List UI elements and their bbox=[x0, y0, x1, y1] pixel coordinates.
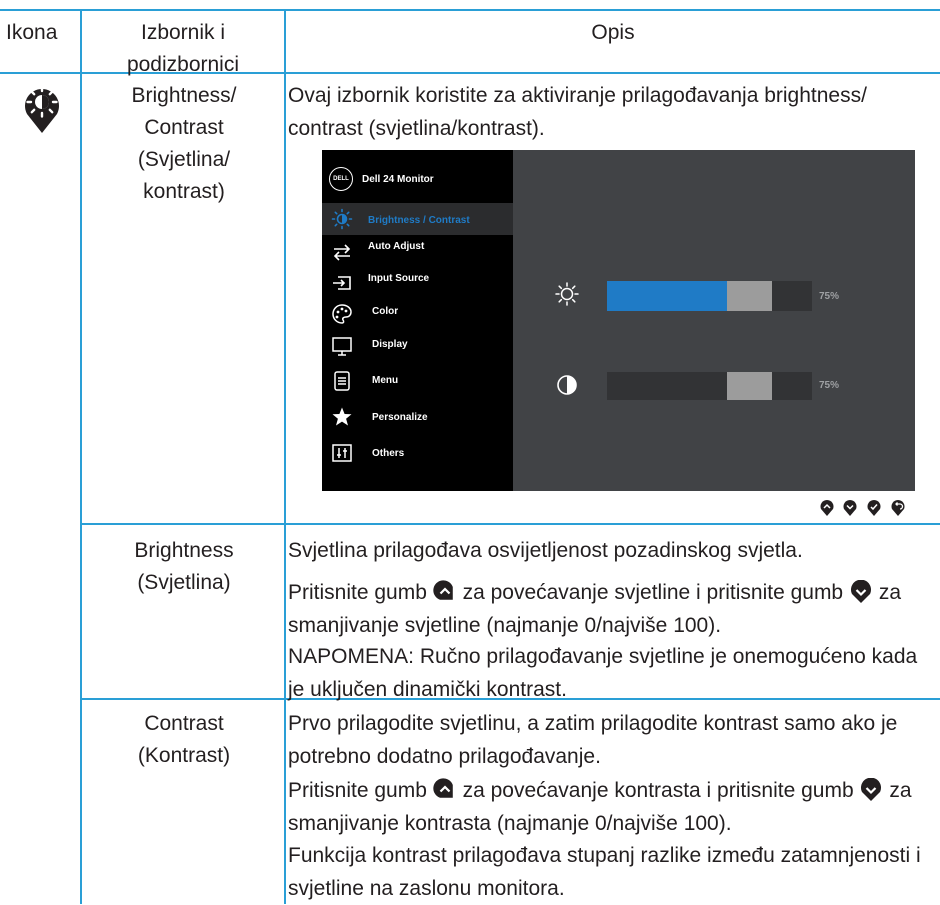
brightness-contrast-icon bbox=[22, 84, 62, 134]
row1-bottom-border bbox=[80, 523, 940, 525]
row2-paragraph-1: Svjetlina prilagođava osvijetljenost poz… bbox=[288, 539, 803, 562]
contrast-value: 75% bbox=[819, 380, 840, 391]
contrast-bar-knob[interactable] bbox=[727, 372, 772, 400]
star-icon bbox=[332, 407, 352, 426]
contrast-icon bbox=[557, 375, 577, 395]
osd-title: Dell 24 Monitor bbox=[362, 174, 434, 185]
row2-paragraph-2: Pritisnite gumb za povećavanje svjetline… bbox=[288, 576, 936, 642]
down-button-icon bbox=[843, 500, 857, 516]
row3-paragraph-1: Prvo prilagodite svjetlinu, a zatim pril… bbox=[288, 712, 898, 768]
ok-button-icon bbox=[867, 500, 881, 516]
row1-description: Ovaj izbornik koristite za aktiviranje p… bbox=[288, 84, 867, 140]
osd-item-auto-adjust[interactable]: Auto Adjust bbox=[322, 236, 513, 268]
row3-paragraph-3: Funkcija kontrast prilagođava stupanj ra… bbox=[288, 844, 921, 900]
osd-item-label: Menu bbox=[372, 375, 399, 386]
brightness-bar-fill bbox=[607, 281, 727, 311]
osd-item-personalize[interactable]: Personalize bbox=[322, 402, 513, 434]
osd-item-label: Brightness / Contrast bbox=[368, 215, 470, 226]
contrast-bar[interactable] bbox=[607, 372, 812, 400]
osd-menu-panel: DELL Dell 24 Monitor Brightness / Contra… bbox=[322, 150, 513, 491]
document-icon bbox=[334, 371, 350, 391]
osd-item-label: Auto Adjust bbox=[368, 241, 425, 252]
up-button-icon bbox=[433, 778, 453, 798]
up-button-icon bbox=[433, 580, 453, 600]
row3-text-a: Pritisnite gumb bbox=[288, 779, 427, 802]
osd-item-display[interactable]: Display bbox=[322, 332, 513, 364]
osd-item-label: Display bbox=[372, 339, 408, 350]
col-border-1 bbox=[80, 9, 82, 904]
osd-screenshot: DELL Dell 24 Monitor Brightness / Contra… bbox=[322, 150, 915, 491]
osd-item-input-source[interactable]: Input Source bbox=[322, 267, 513, 299]
up-button-icon bbox=[820, 500, 834, 516]
row3-text-b: za povećavanje kontrasta i pritisnite gu… bbox=[462, 779, 854, 802]
osd-item-color[interactable]: Color bbox=[322, 298, 513, 330]
sun-icon bbox=[331, 208, 353, 230]
row2-note: NAPOMENA: Ručno prilagođavanje svjetline… bbox=[288, 640, 936, 706]
down-button-icon bbox=[861, 778, 882, 801]
row2-text-b: za povećavanje svjetline i pritisnite gu… bbox=[462, 581, 844, 604]
osd-item-menu[interactable]: Menu bbox=[322, 367, 513, 399]
dell-logo: DELL bbox=[329, 167, 353, 191]
table-top-border bbox=[0, 9, 940, 11]
input-icon bbox=[333, 276, 351, 290]
osd-item-label: Others bbox=[372, 448, 405, 459]
brightness-bar[interactable] bbox=[607, 281, 812, 311]
col-border-2 bbox=[284, 9, 286, 904]
osd-item-label: Personalize bbox=[372, 412, 428, 423]
palette-icon bbox=[332, 304, 352, 324]
osd-item-others[interactable]: Others bbox=[322, 438, 513, 470]
osd-item-label: Color bbox=[372, 306, 399, 317]
back-button-icon bbox=[891, 500, 905, 516]
arrows-icon bbox=[333, 244, 351, 261]
note-label: NAPOMENA: bbox=[288, 645, 415, 668]
header-icon: Ikona bbox=[6, 21, 58, 44]
osd-sun-icon bbox=[555, 282, 579, 306]
sliders-icon bbox=[332, 444, 352, 462]
monitor-icon bbox=[332, 337, 352, 356]
header-description: Opis bbox=[591, 21, 635, 44]
down-button-icon bbox=[850, 580, 871, 603]
row3-menu-label: Contrast (Kontrast) bbox=[137, 712, 231, 767]
row2-menu-label: Brightness (Svjetlina) bbox=[134, 539, 234, 594]
header-menu: Izbornik i podizbornici bbox=[126, 21, 240, 76]
osd-item-label: Input Source bbox=[368, 273, 430, 284]
brightness-bar-knob[interactable] bbox=[727, 281, 772, 311]
row3-paragraph-2: Pritisnite gumb za povećavanje kontrasta… bbox=[288, 774, 936, 840]
row2-text-a: Pritisnite gumb bbox=[288, 581, 427, 604]
brightness-value: 75% bbox=[819, 291, 840, 302]
osd-item-brightness-contrast[interactable]: Brightness / Contrast bbox=[322, 203, 513, 235]
row1-menu-label: Brightness/ Contrast (Svjetlina/ kontras… bbox=[131, 84, 237, 203]
